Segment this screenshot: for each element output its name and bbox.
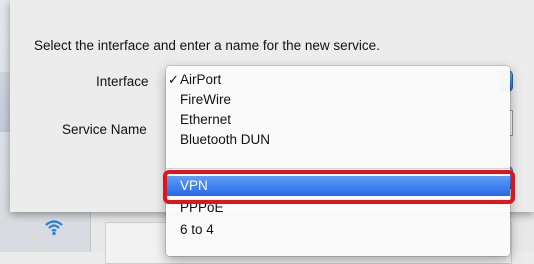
annotation-highlight [163,170,515,204]
menu-item-label: FireWire [180,92,231,107]
menu-item-label: Ethernet [180,112,232,127]
menu-item-label: AirPort [180,72,222,87]
wifi-icon [45,220,63,236]
sheet-prompt: Select the interface and enter a name fo… [34,38,380,53]
menu-item-airport[interactable]: ✓ AirPort [166,70,510,90]
interface-dropdown-menu: ✓ AirPort FireWire Ethernet Bluetooth DU… [166,66,510,256]
menu-separator [166,168,510,169]
menu-item-bluetooth-dun[interactable]: Bluetooth DUN [166,130,510,150]
menu-item-ethernet[interactable]: Ethernet [166,110,510,130]
checkmark-icon: ✓ [168,72,179,87]
menu-item-6to4[interactable]: 6 to 4 [166,220,510,240]
interface-label: Interface [96,74,149,89]
service-name-label: Service Name [62,122,147,137]
menu-item-label: Bluetooth DUN [180,132,271,147]
menu-item-label: 6 to 4 [180,222,214,237]
menu-item-firewire[interactable]: FireWire [166,90,510,110]
